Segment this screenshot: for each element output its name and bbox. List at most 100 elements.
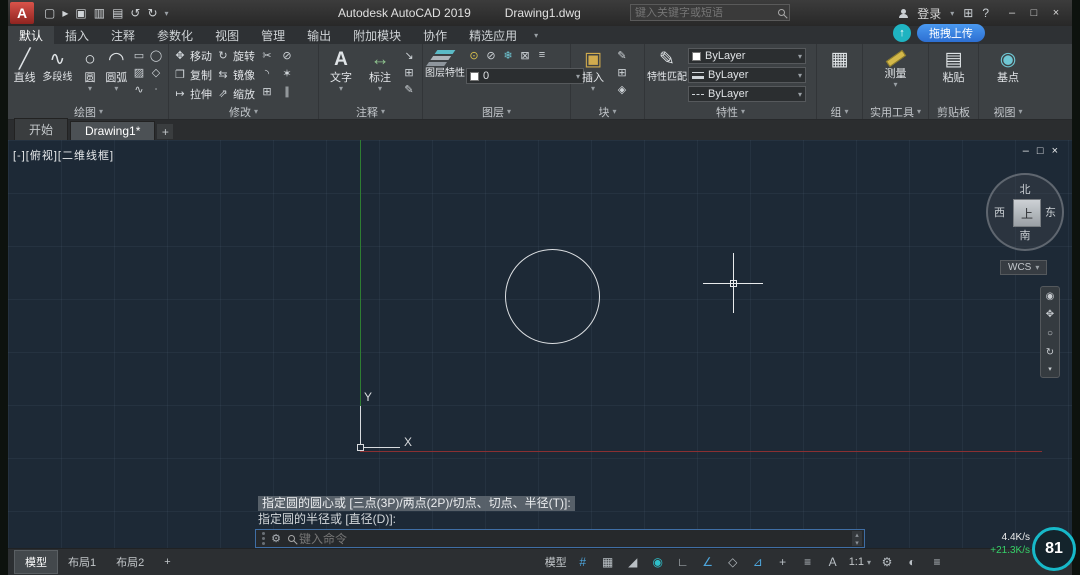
- viewcube-north[interactable]: 北: [1020, 181, 1031, 197]
- save-icon[interactable]: ▣: [75, 6, 86, 20]
- polygon-icon[interactable]: ◇: [148, 64, 164, 80]
- search-input[interactable]: [635, 6, 778, 19]
- app-logo[interactable]: A: [10, 2, 34, 24]
- annotation-scale-button[interactable]: 1:1 ▾: [849, 556, 871, 568]
- navbar-more-icon[interactable]: ▾: [1048, 365, 1052, 373]
- line-button[interactable]: ╱ 直线: [13, 47, 36, 84]
- dimension-style-icon[interactable]: ✎: [401, 81, 417, 97]
- command-scroll-up-icon[interactable]: ▴: [852, 531, 862, 539]
- base-button[interactable]: ◉ 基点: [990, 47, 1026, 84]
- point-icon[interactable]: ∙: [148, 81, 164, 97]
- doc-close-button[interactable]: ×: [1052, 145, 1058, 157]
- pan-icon[interactable]: ✥: [1046, 309, 1054, 320]
- layer-match-icon[interactable]: ≡: [534, 47, 550, 63]
- panel-label-clipboard[interactable]: 剪贴板: [929, 104, 978, 119]
- viewcube-top-face[interactable]: 上: [1013, 199, 1041, 227]
- viewcube-south[interactable]: 南: [1020, 227, 1031, 243]
- workspace-gear-icon[interactable]: ⚙: [878, 553, 896, 571]
- model-tab[interactable]: 模型: [14, 550, 58, 574]
- panel-label-modify[interactable]: 修改 ▾: [169, 104, 318, 119]
- edit-block-icon[interactable]: ✎: [614, 47, 630, 63]
- add-layout-button[interactable]: +: [154, 553, 180, 571]
- paste-button[interactable]: ▤ 粘贴: [936, 47, 972, 84]
- viewcube-east[interactable]: 东: [1045, 204, 1056, 220]
- create-block-icon[interactable]: ⊞: [614, 64, 630, 80]
- viewport-controls[interactable]: [-][俯视][二维线框]: [13, 147, 114, 163]
- layout1-tab[interactable]: 布局1: [58, 551, 106, 573]
- panel-label-groups[interactable]: 组 ▾: [817, 104, 862, 119]
- panel-label-utilities[interactable]: 实用工具 ▾: [863, 104, 928, 119]
- ribbon-display-toggle-icon[interactable]: ▾: [534, 31, 538, 40]
- panel-label-view[interactable]: 视图 ▾: [979, 104, 1037, 119]
- login-button[interactable]: 登录: [917, 5, 941, 22]
- wcs-dropdown[interactable]: WCS ▾: [1000, 260, 1048, 275]
- dimension-button[interactable]: ↔ 标注 ▾: [362, 47, 398, 93]
- annotation-visibility-icon[interactable]: A: [824, 553, 842, 571]
- redo-icon[interactable]: ↻: [147, 6, 157, 20]
- drawing-area[interactable]: [-][俯视][二维线框] – □ × X Y 北 南 西 东 上 WCS ▾ ◉: [8, 140, 1072, 548]
- drawing1-tab[interactable]: Drawing1*: [70, 121, 156, 140]
- command-search-icon[interactable]: [288, 535, 295, 542]
- tab-parametric[interactable]: 参数化: [146, 26, 204, 44]
- tab-collaborate[interactable]: 协作: [412, 26, 458, 44]
- isodraft-icon[interactable]: ◇: [724, 553, 742, 571]
- command-line-bar[interactable]: ⚙ ▴ ▾: [255, 529, 865, 548]
- doc-restore-button[interactable]: □: [1037, 145, 1044, 157]
- open-icon[interactable]: ▸: [62, 6, 68, 20]
- object-color-dropdown[interactable]: ByLayer ▾: [688, 48, 806, 64]
- arc-button[interactable]: ◠ 圆弧 ▾: [105, 47, 128, 93]
- command-scrollbar[interactable]: ▴ ▾: [852, 531, 862, 547]
- offset-icon[interactable]: ∥: [279, 83, 295, 99]
- circle-button[interactable]: ○ 圆 ▾: [78, 47, 101, 93]
- object-snap-icon[interactable]: ⊿: [749, 553, 767, 571]
- plot-icon[interactable]: ▤: [112, 6, 123, 20]
- tab-annotate[interactable]: 注释: [100, 26, 146, 44]
- model-space-label[interactable]: 模型: [545, 554, 567, 570]
- tab-home[interactable]: 默认: [8, 26, 55, 44]
- command-input[interactable]: [299, 531, 852, 546]
- erase-icon[interactable]: ⊘: [279, 47, 295, 63]
- linetype-dropdown[interactable]: ByLayer ▾: [688, 86, 806, 102]
- maximize-button[interactable]: □: [1024, 4, 1044, 22]
- insert-button[interactable]: ▣ 插入 ▾: [575, 47, 611, 93]
- search-icon[interactable]: [778, 9, 785, 16]
- rotate-button[interactable]: ↻ 旋转: [216, 47, 255, 64]
- stretch-button[interactable]: ↦ 拉伸: [173, 85, 212, 102]
- array-icon[interactable]: ⊞: [259, 83, 275, 99]
- tab-manage[interactable]: 管理: [250, 26, 296, 44]
- tab-insert[interactable]: 插入: [54, 26, 100, 44]
- help-search-box[interactable]: [630, 4, 790, 21]
- viewcube-west[interactable]: 西: [994, 204, 1005, 220]
- isolate-objects-icon[interactable]: ◐: [903, 553, 921, 571]
- trim-icon[interactable]: ✂: [259, 47, 275, 63]
- layer-isolate-icon[interactable]: ⊘: [483, 47, 499, 63]
- layout2-tab[interactable]: 布局2: [106, 551, 154, 573]
- rectangle-icon[interactable]: ▭: [131, 47, 147, 63]
- layer-freeze-icon[interactable]: ❄: [500, 47, 516, 63]
- undo-icon[interactable]: ↺: [130, 6, 140, 20]
- infer-constraints-icon[interactable]: ◢: [624, 553, 642, 571]
- text-button[interactable]: A 文字 ▾: [323, 47, 359, 93]
- tab-featured-apps[interactable]: 精选应用: [458, 26, 528, 44]
- orbit-icon[interactable]: ↻: [1046, 347, 1054, 358]
- new-icon[interactable]: ▢: [44, 6, 55, 20]
- login-dropdown-icon[interactable]: ▾: [950, 9, 954, 18]
- panel-label-properties[interactable]: 特性 ▾: [645, 104, 816, 119]
- leader-icon[interactable]: ↘: [401, 47, 417, 63]
- qat-dropdown-icon[interactable]: ▾: [165, 9, 169, 18]
- lineweight-dropdown[interactable]: ByLayer ▾: [688, 67, 806, 83]
- linetype-dropdown-icon[interactable]: ▾: [798, 90, 802, 99]
- help-icon[interactable]: ?: [982, 6, 989, 20]
- customize-icon[interactable]: ≡: [928, 553, 946, 571]
- drag-upload-button[interactable]: 拖拽上传: [917, 24, 985, 42]
- table-icon[interactable]: ⊞: [401, 64, 417, 80]
- save-as-icon[interactable]: ▥: [94, 6, 105, 20]
- panel-label-annotation[interactable]: 注释 ▾: [319, 104, 422, 119]
- circle-dropdown-icon[interactable]: ▾: [88, 84, 92, 93]
- explode-icon[interactable]: ✶: [279, 65, 295, 81]
- panel-label-layers[interactable]: 图层 ▾: [423, 104, 570, 119]
- drawn-circle[interactable]: [505, 249, 600, 344]
- tab-addins[interactable]: 附加模块: [342, 26, 412, 44]
- match-properties-button[interactable]: ✎ 特性匹配: [647, 47, 687, 83]
- dynamic-input-icon[interactable]: +: [774, 553, 792, 571]
